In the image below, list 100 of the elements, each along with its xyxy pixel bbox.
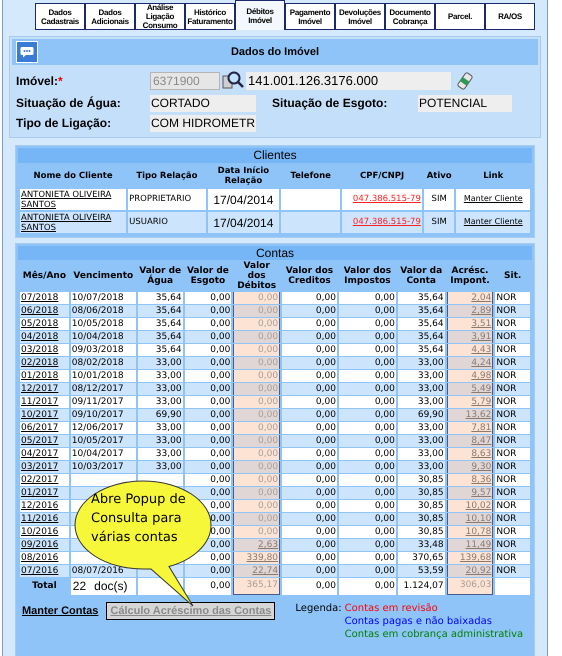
table-cell: 33,00 (156, 384, 182, 394)
table-cell: 0,00 (374, 553, 395, 563)
column-header: CPF/CNPJ (359, 170, 406, 183)
tab[interactable]: Devoluções Imóvel (335, 3, 385, 30)
table-cell: 0,00 (316, 566, 336, 576)
chat-icon[interactable] (16, 41, 38, 63)
inscricao-field[interactable]: 141.001.126.3176.000 (246, 72, 451, 90)
month-link[interactable]: 10/2017 (21, 410, 58, 420)
table-cell: 33,00 (156, 423, 182, 433)
table-cell: 0,00 (374, 306, 395, 316)
tab[interactable]: Histórico Faturamento (185, 3, 235, 30)
table-cell: 30,85 (418, 527, 444, 537)
table-cell: 0,00 (316, 462, 336, 472)
table-cell: 0,00 (210, 384, 230, 394)
table-cell: 10/01/2018 (72, 371, 124, 381)
table-cell: 0,00 (258, 293, 278, 303)
month-link[interactable]: 06/2018 (21, 306, 58, 316)
table-cell: 0,00 (374, 332, 395, 342)
client-name-link[interactable]: ANTONIETA OLIVEIRA SANTOS (21, 190, 126, 210)
month-link[interactable]: 01/2018 (21, 371, 58, 381)
table-cell: 0,00 (210, 371, 230, 381)
table-cell: 0,00 (316, 345, 336, 355)
column-header: Valor dos Creditos (284, 265, 334, 288)
table-cell: NOR (496, 475, 516, 485)
month-link[interactable]: 07/2016 (21, 566, 58, 576)
month-link[interactable]: 11/2016 (21, 514, 58, 524)
field-value: CORTADO (150, 94, 256, 112)
table-cell: 0,00 (316, 358, 336, 368)
eraser-icon[interactable] (457, 72, 473, 90)
month-link[interactable]: 03/2017 (21, 462, 58, 472)
search-icon[interactable] (222, 71, 244, 91)
month-link[interactable]: 04/2017 (21, 449, 58, 459)
tab[interactable]: Documento Cobrança (385, 3, 435, 30)
table-cell: 0,00 (316, 553, 336, 563)
table-cell: 0,00 (258, 306, 278, 316)
table-cell: 0,00 (316, 371, 336, 381)
column-header: Valor dos Débitos (236, 261, 278, 291)
manter-cliente-link[interactable]: Manter Cliente (464, 194, 523, 204)
tab[interactable]: Análise Ligação Consumo (135, 3, 185, 30)
month-link[interactable]: 08/2016 (21, 553, 58, 563)
table-cell: NOR (496, 293, 516, 303)
field-label: Situação de Água: (16, 95, 122, 112)
tab[interactable]: Parcel. (435, 3, 485, 30)
doc-count: 22 (72, 579, 86, 593)
month-link[interactable]: 12/2017 (21, 384, 58, 394)
table-cell: 10/04/2018 (72, 332, 124, 342)
month-link[interactable]: 09/2016 (21, 540, 58, 550)
tab[interactable]: Débitos Imóvel (235, 0, 285, 30)
tab[interactable]: RA/OS (485, 3, 535, 30)
table-cell: 0,00 (374, 345, 395, 355)
table-cell: NOR (496, 423, 516, 433)
table-cell: 0,00 (210, 410, 230, 420)
tab[interactable]: Dados Cadastrais (35, 3, 85, 30)
tab[interactable]: Dados Adicionais (85, 3, 135, 30)
table-cell: 33,00 (156, 436, 182, 446)
month-link[interactable]: 01/2017 (21, 488, 58, 498)
table-cell: 0,00 (316, 384, 336, 394)
table-cell: 0,00 (258, 332, 278, 342)
month-link[interactable]: 07/2018 (21, 293, 58, 303)
month-link[interactable]: 05/2018 (21, 319, 58, 329)
month-link[interactable]: 12/2016 (21, 501, 58, 511)
table-cell: 0,00 (258, 397, 278, 407)
month-link[interactable]: 02/2018 (21, 358, 58, 368)
month-link[interactable]: 10/2016 (21, 527, 58, 537)
manter-contas-link[interactable]: Manter Contas (22, 603, 98, 620)
table-cell: 0,00 (210, 501, 230, 511)
table-cell: NOR (496, 514, 516, 524)
table-cell: 35,64 (156, 306, 182, 316)
total-cell: 0,00 (374, 580, 395, 591)
month-link[interactable]: 06/2017 (21, 423, 58, 433)
table-cell: 35,64 (418, 332, 444, 342)
month-link[interactable]: 11/2017 (21, 397, 58, 407)
tab[interactable]: Pagamento Imóvel (285, 3, 335, 30)
month-link[interactable]: 03/2018 (21, 345, 58, 355)
table-cell: 0,00 (374, 358, 395, 368)
column-header: Valor dos Impostos (342, 265, 392, 288)
table-cell: 0,00 (316, 306, 336, 316)
month-link[interactable]: 02/2017 (21, 475, 58, 485)
table-cell: 0,00 (374, 293, 395, 303)
table-cell: 0,00 (210, 514, 230, 524)
table-cell: 12/06/2017 (72, 423, 124, 433)
table-cell: 35,64 (418, 345, 444, 355)
table-cell: 08/06/2018 (72, 306, 124, 316)
table-cell: 35,64 (418, 306, 444, 316)
table-cell: NOR (496, 501, 516, 511)
manter-cliente-link[interactable]: Manter Cliente (464, 217, 523, 226)
table-cell: 0,00 (374, 475, 395, 485)
table-cell: NOR (496, 358, 516, 368)
month-link[interactable]: 04/2018 (21, 332, 58, 342)
month-link[interactable]: 05/2017 (21, 436, 58, 446)
table-cell: 33,00 (156, 462, 182, 472)
column-header: Valor da Conta (399, 265, 444, 288)
table-cell: 0,00 (210, 306, 230, 316)
table-cell: 33,00 (156, 449, 182, 459)
table-cell: 0,00 (210, 436, 230, 446)
table-cell: 0,00 (374, 397, 395, 407)
table-cell: 0,00 (258, 423, 278, 433)
cpf-link[interactable]: 047.386.515-79 (352, 194, 421, 204)
client-name-link[interactable]: ANTONIETA OLIVEIRA SANTOS (21, 212, 126, 232)
table-cell: 33,00 (418, 462, 444, 472)
